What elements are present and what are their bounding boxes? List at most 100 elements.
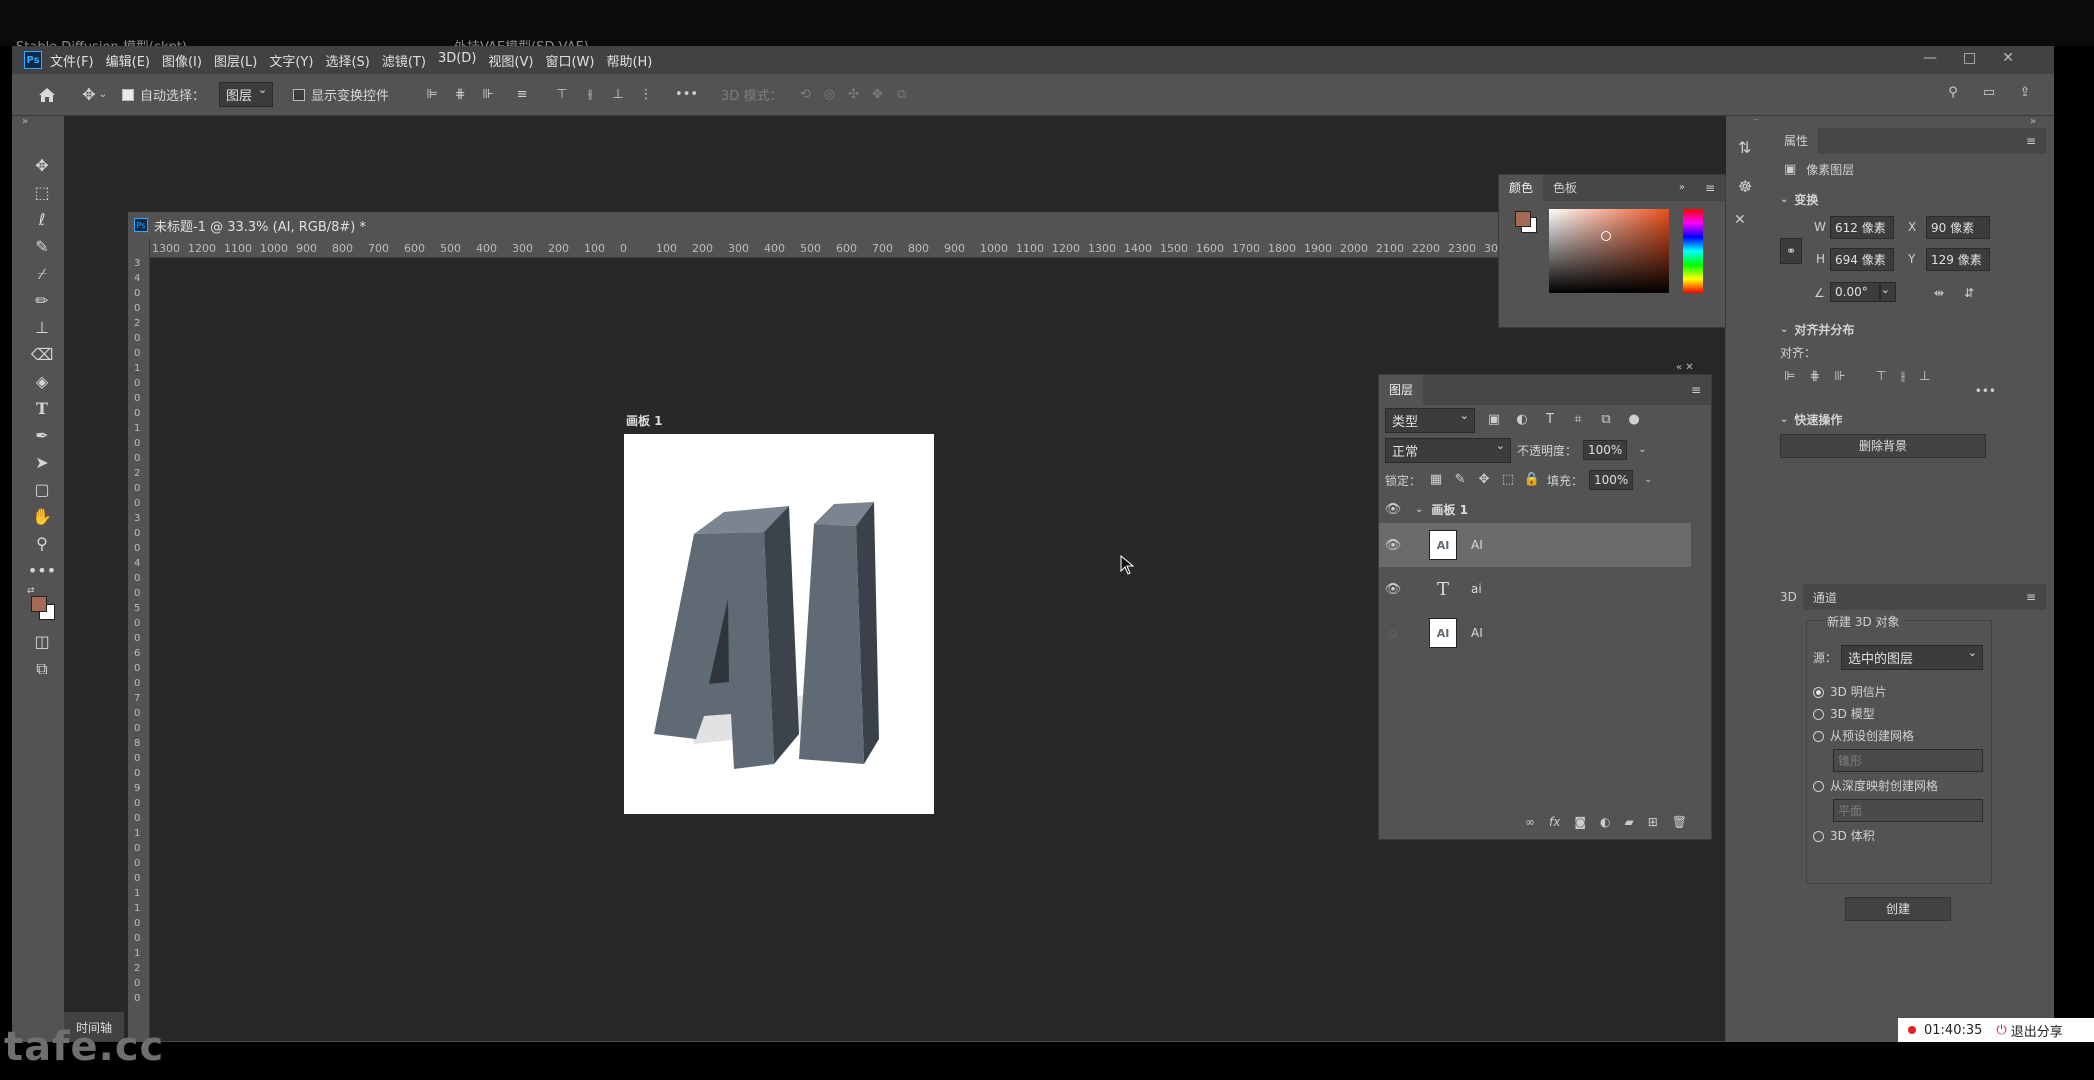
foreground-color-swatch[interactable]: [31, 596, 47, 612]
search-icon[interactable]: ⚲: [1944, 86, 1962, 100]
tab-properties[interactable]: 属性: [1774, 128, 1819, 154]
auto-select-checkbox[interactable]: 自动选择：: [122, 85, 205, 104]
quick-select-tool-icon[interactable]: ✎: [27, 233, 57, 260]
close-panel-icon[interactable]: ✕: [1734, 212, 1746, 228]
menu-item[interactable]: 编辑(E): [106, 51, 150, 70]
screen-mode-icon[interactable]: ⧉: [27, 655, 57, 682]
layers-collapse-icon[interactable]: « ✕: [1676, 362, 1694, 373]
minimize-button[interactable]: —: [1923, 50, 1937, 66]
layers-menu-icon[interactable]: ≡: [1681, 377, 1711, 403]
filter-text-icon[interactable]: T: [1541, 413, 1559, 427]
visibility-eye-icon[interactable]: 👁: [1379, 538, 1407, 553]
align-section-header[interactable]: ⌄ 对齐并分布: [1774, 314, 2046, 344]
3d-pan-icon[interactable]: ✣: [844, 87, 862, 102]
filter-adjust-icon[interactable]: ◐: [1513, 413, 1531, 427]
menu-item[interactable]: 滤镜(T): [382, 51, 426, 70]
option-depth-mesh[interactable]: 从深度映射创建网格: [1813, 777, 1938, 794]
radio-icon[interactable]: [1813, 709, 1824, 720]
menu-item[interactable]: 窗口(W): [545, 51, 594, 70]
lasso-tool-icon[interactable]: ℓ: [27, 206, 57, 233]
eyedropper-tool-icon[interactable]: ⌿: [27, 260, 57, 287]
share-icon[interactable]: ⇪: [2016, 86, 2034, 100]
align-vcenter-icon[interactable]: ⫲: [1901, 369, 1905, 384]
show-transform-checkbox[interactable]: 显示变换控件: [293, 85, 389, 104]
menu-item[interactable]: 图层(L): [214, 51, 257, 70]
filter-shape-icon[interactable]: ⌗: [1569, 413, 1587, 427]
filter-smart-icon[interactable]: ⧉: [1597, 413, 1615, 427]
angle-dropdown[interactable]: [1880, 282, 1896, 302]
height-field[interactable]: 694 像素: [1830, 248, 1894, 271]
transform-section-header[interactable]: ⌄ 变换: [1774, 184, 2046, 214]
vertical-ruler[interactable]: 3 4 0 0 2 0 0 1 0 0 0 1 0 0 2 0 0 3 0 0 4 0 0 5 0 0 6 0 0 7 0 0 8 0 0 9 0 0 1 0…: [128, 238, 150, 1042]
align-top-icon[interactable]: ⊤: [553, 87, 571, 102]
panel-menu-icon[interactable]: ≡: [1695, 175, 1725, 201]
source-dropdown[interactable]: 选中的图层: [1841, 645, 1984, 670]
filter-kind-dropdown[interactable]: 类型: [1385, 407, 1475, 433]
option-preset-mesh[interactable]: 从预设创建网格: [1813, 727, 1914, 744]
brush-tool-icon[interactable]: ✏: [27, 287, 57, 314]
color-swatches[interactable]: ⇄: [27, 586, 57, 622]
checkbox-checked-icon[interactable]: [122, 88, 134, 101]
align-right-icon[interactable]: ⊪: [479, 87, 497, 102]
new-layer-icon[interactable]: ⊞: [1648, 815, 1658, 829]
3d-slide-icon[interactable]: ✥: [868, 87, 886, 102]
path-select-tool-icon[interactable]: ➤: [27, 449, 57, 476]
fx-icon[interactable]: fx: [1549, 815, 1560, 829]
horizontal-ruler[interactable]: 1300 1200 1100 1000 900 800 700 600 500 400 300 200…: [150, 238, 1726, 258]
move-tool-icon[interactable]: ✥ ⌄: [80, 86, 108, 102]
width-field[interactable]: 612 像素: [1830, 216, 1894, 239]
layer-row-selected[interactable]: 👁 AI AI: [1379, 523, 1691, 567]
color-panel-icon[interactable]: ☸: [1738, 177, 1770, 196]
tab-channels[interactable]: 通道: [1803, 589, 1847, 606]
more-tools-icon[interactable]: •••: [27, 557, 57, 584]
menu-item[interactable]: 3D(D): [438, 51, 476, 70]
y-field[interactable]: 129 像素: [1926, 248, 1990, 271]
eraser-tool-icon[interactable]: ⌫: [27, 341, 57, 368]
option-volume[interactable]: 3D 体积: [1813, 827, 1875, 844]
saturation-field[interactable]: [1549, 209, 1669, 293]
power-icon[interactable]: ⏻: [1996, 1023, 2006, 1038]
auto-select-dropdown[interactable]: 图层: [219, 82, 274, 107]
tab-3d[interactable]: 3D: [1774, 584, 1803, 610]
angle-field[interactable]: 0.00°: [1830, 282, 1880, 302]
opacity-field[interactable]: 100%: [1583, 440, 1628, 460]
lock-position-icon[interactable]: ✥: [1475, 473, 1493, 487]
layer-row[interactable]: 👁 T ai: [1379, 567, 1691, 611]
layer-group-row[interactable]: 👁 ⌄ 画板 1: [1379, 495, 1691, 523]
distribute-v-icon[interactable]: ⋮: [637, 87, 655, 102]
tab-swatches[interactable]: 色板: [1543, 175, 1587, 201]
color-fg-swatch[interactable]: [1515, 211, 1531, 227]
filter-pixel-icon[interactable]: ▣: [1485, 413, 1503, 427]
fill-dropdown-icon[interactable]: ⌄: [1639, 473, 1657, 487]
more-icon[interactable]: •••: [675, 87, 698, 102]
mask-icon[interactable]: ◙: [1574, 815, 1586, 829]
menu-item[interactable]: 图像(I): [162, 51, 202, 70]
artboard-label[interactable]: 画板 1: [626, 412, 663, 429]
panel-expand-icon[interactable]: »: [1669, 175, 1695, 201]
trash-icon[interactable]: 🗑: [1672, 815, 1687, 829]
menu-item[interactable]: 文字(Y): [269, 51, 313, 70]
adjustment-icon[interactable]: ◐: [1600, 815, 1610, 829]
paint-bucket-tool-icon[interactable]: ◈: [27, 368, 57, 395]
align-hcenter-icon[interactable]: ⋕: [1809, 369, 1820, 384]
stamp-tool-icon[interactable]: ⊥: [27, 314, 57, 341]
folder-icon[interactable]: ▰: [1624, 815, 1633, 829]
artboard[interactable]: [624, 434, 934, 814]
flip-v-icon[interactable]: ⇵: [1964, 286, 1974, 300]
tab-color[interactable]: 颜色: [1499, 175, 1544, 201]
lock-artboard-icon[interactable]: ⬚: [1499, 473, 1517, 487]
quick-actions-header[interactable]: ⌄ 快速操作: [1774, 404, 2046, 434]
quick-mask-icon[interactable]: ◫: [27, 628, 57, 655]
radio-icon[interactable]: [1813, 731, 1824, 742]
distribute-icon[interactable]: ≡: [513, 87, 531, 102]
close-button[interactable]: ✕: [2002, 50, 2014, 66]
fill-field[interactable]: 100%: [1589, 470, 1634, 490]
align-hcenter-icon[interactable]: ⋕: [451, 87, 469, 102]
hue-slider[interactable]: [1683, 209, 1703, 293]
radio-icon[interactable]: [1813, 781, 1824, 792]
toolbar-collapse-icon[interactable]: »: [22, 116, 28, 127]
more-align-icon[interactable]: •••: [1774, 384, 2046, 398]
remove-background-button[interactable]: 删除背景: [1780, 434, 1986, 458]
text-tool-icon[interactable]: T: [27, 395, 57, 422]
menu-item[interactable]: 文件(F): [50, 51, 94, 70]
